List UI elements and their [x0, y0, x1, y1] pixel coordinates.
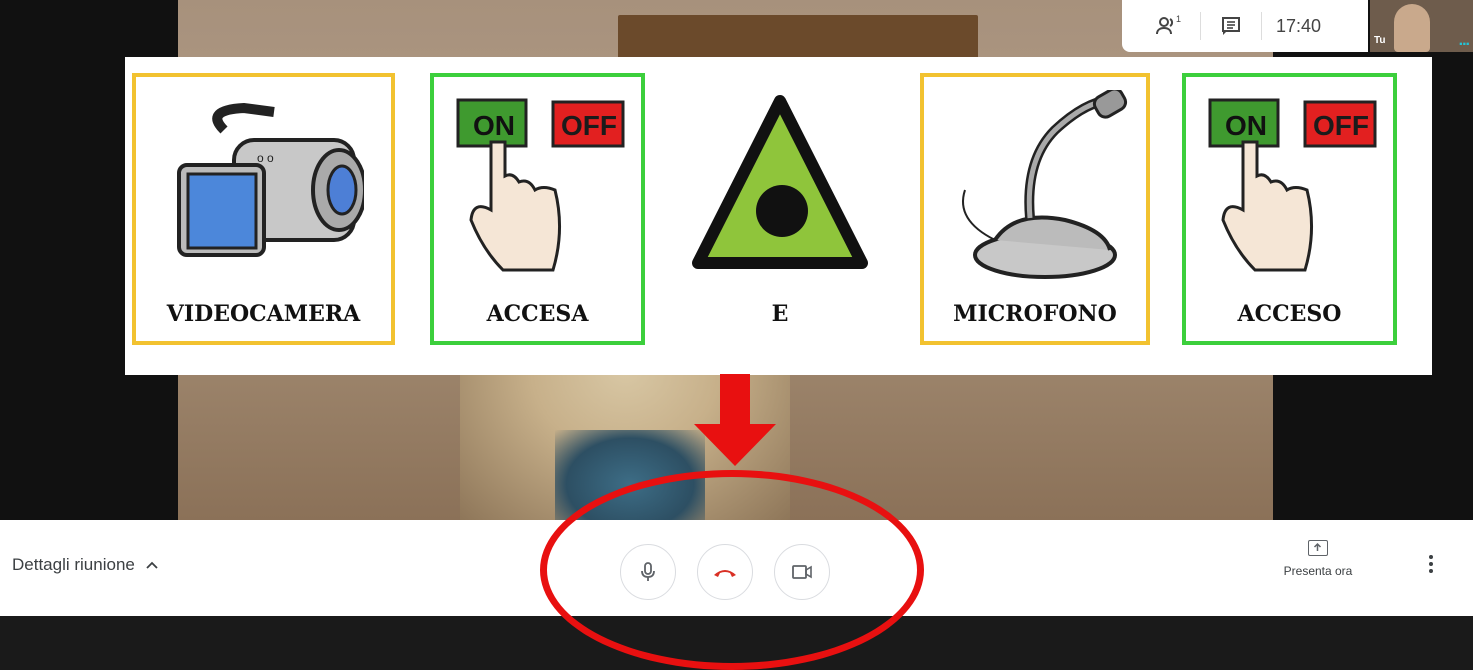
meeting-clock: 17:40 [1276, 15, 1322, 36]
card-label: MICROFONO [953, 301, 1117, 327]
meeting-top-bar: 1 17:40 [1122, 0, 1368, 52]
card-accesa: ON OFF ACCESA [430, 73, 645, 345]
chat-button[interactable] [1201, 6, 1261, 46]
present-label: Presenta ora [1283, 564, 1353, 578]
people-icon: 1 [1156, 14, 1181, 35]
card-videocamera: o o VIDEOCAMERA [132, 73, 395, 345]
card-e: E [685, 73, 875, 345]
meeting-details-label: Dettagli riunione [12, 555, 135, 574]
present-icon [1308, 540, 1328, 556]
svg-text:OFF: OFF [561, 110, 617, 141]
meeting-details-button[interactable]: Dettagli riunione [12, 555, 159, 575]
card-label: VIDEOCAMERA [166, 301, 361, 327]
more-vert-icon[interactable] [1428, 554, 1434, 574]
chevron-up-icon [146, 561, 158, 569]
participant-count: 1 [1176, 14, 1181, 24]
svg-text:ON: ON [473, 110, 515, 141]
present-now-button[interactable]: Presenta ora [1276, 540, 1360, 578]
self-label: Tu [1374, 35, 1386, 46]
card-label: ACCESO [1237, 301, 1342, 327]
svg-text:o o: o o [257, 151, 274, 165]
self-avatar [1394, 4, 1430, 52]
divider [1261, 12, 1262, 40]
on-off-icon: ON OFF [1208, 98, 1376, 272]
card-label: E [771, 301, 789, 327]
card-label: ACCESA [486, 301, 589, 327]
red-ellipse-annotation [540, 470, 924, 670]
svg-text:ON: ON [1225, 110, 1267, 141]
card-microfono: MICROFONO [920, 73, 1150, 345]
videocamera-icon: o o [176, 102, 364, 257]
microphone-icon [962, 90, 1128, 279]
self-view-tile[interactable]: Tu ... [1370, 0, 1473, 52]
on-off-icon: ON OFF [456, 98, 624, 272]
svg-text:OFF: OFF [1313, 110, 1369, 141]
participants-button[interactable]: 1 [1140, 6, 1200, 46]
triangle-icon [692, 95, 868, 269]
symbol-panel: o o VIDEOCAMERA ON OFF ACCESA E MICROFON… [125, 57, 1432, 375]
chat-icon [1222, 17, 1240, 35]
card-acceso: ON OFF ACCESO [1182, 73, 1397, 345]
red-arrow-annotation [694, 374, 776, 466]
self-more-icon[interactable]: ... [1459, 32, 1470, 50]
